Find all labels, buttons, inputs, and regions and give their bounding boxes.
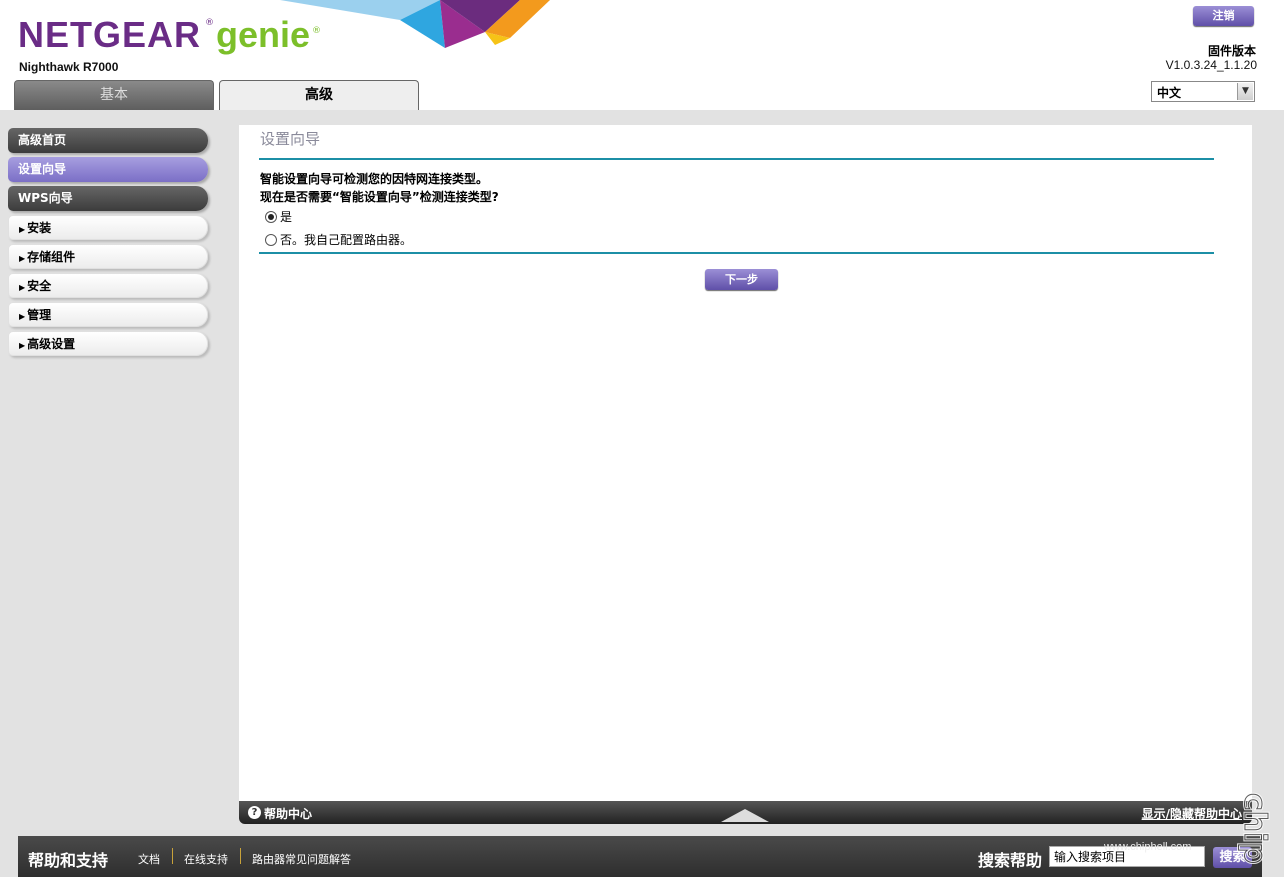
sidebar-item-label: 安装 xyxy=(27,221,52,235)
header: NETGEAR ® genie ® Nighthawk R7000 注销 固件版… xyxy=(0,0,1284,110)
divider xyxy=(259,252,1214,254)
footer-link-docs[interactable]: 文档 xyxy=(138,851,160,867)
sidebar-item-setup[interactable]: ▶ 安装 xyxy=(8,215,208,240)
question-text: 现在是否需要“智能设置向导”检测连接类型? xyxy=(260,190,499,204)
sidebar-item-label: 高级设置 xyxy=(27,337,76,351)
help-center-bar: ? 帮助中心 显示/隐藏帮助中心 xyxy=(239,801,1252,824)
option-no-label: 否。我自己配置路由器。 xyxy=(280,233,413,247)
sidebar-item-usb-storage[interactable]: ▶ 存储组件 xyxy=(8,244,208,269)
sidebar-item-wps-wizard[interactable]: WPS向导 xyxy=(8,186,208,211)
page-title: 设置向导 xyxy=(260,130,321,148)
footer-link-faq[interactable]: 路由器常见问题解答 xyxy=(252,851,351,867)
search-label: 搜索帮助 xyxy=(978,851,1043,870)
footer: 帮助和支持 文档 在线支持 路由器常见问题解答 搜索帮助 搜索 xyxy=(18,836,1262,877)
divider xyxy=(172,848,173,864)
sidebar-item-label: 设置向导 xyxy=(18,162,67,176)
triangle-right-icon: ▶ xyxy=(19,312,26,321)
triangle-right-icon: ▶ xyxy=(19,225,26,234)
firmware-version: V1.0.3.24_1.1.20 xyxy=(1165,58,1257,72)
language-select[interactable]: 中文 ▼ xyxy=(1151,81,1255,102)
language-value: 中文 xyxy=(1157,86,1182,100)
sidebar-item-setup-wizard[interactable]: 设置向导 xyxy=(8,157,208,182)
sidebar-item-advanced-setup[interactable]: ▶ 高级设置 xyxy=(8,331,208,356)
netgear-logo: NETGEAR xyxy=(18,14,202,55)
triangle-right-icon: ▶ xyxy=(19,254,26,263)
sidebar-item-label: 高级首页 xyxy=(18,133,67,147)
logout-button[interactable]: 注销 xyxy=(1193,6,1254,26)
divider xyxy=(240,848,241,864)
footer-title: 帮助和支持 xyxy=(28,851,109,870)
chevron-down-icon[interactable]: ▼ xyxy=(1237,83,1253,100)
footer-link-online-support[interactable]: 在线支持 xyxy=(184,851,228,867)
watermark-url: www.chiphell.com xyxy=(1104,841,1192,853)
sidebar: 高级首页 设置向导 WPS向导 ▶ 安装 ▶ 存储组件 ▶ 安全 ▶ 管理 ▶ 高级设置 xyxy=(8,128,208,360)
brand-decoration xyxy=(280,0,550,48)
next-button[interactable]: 下一步 xyxy=(705,269,778,290)
registered-mark: ® xyxy=(205,18,214,28)
sidebar-item-label: 管理 xyxy=(27,308,52,322)
radio-yes[interactable] xyxy=(265,210,277,223)
genie-logo: genie xyxy=(216,14,311,55)
help-center-title: 帮助中心 xyxy=(264,807,313,821)
sidebar-item-administration[interactable]: ▶ 管理 xyxy=(8,302,208,327)
triangle-right-icon: ▶ xyxy=(19,341,26,350)
radio-no[interactable] xyxy=(265,233,277,246)
sidebar-item-advanced-home[interactable]: 高级首页 xyxy=(8,128,208,153)
expand-arrow-icon[interactable] xyxy=(721,809,769,822)
help-icon: ? xyxy=(248,806,261,819)
svg-text:chip: chip xyxy=(1237,793,1272,864)
description-text: 智能设置向导可检测您的因特网连接类型。 xyxy=(260,172,489,186)
sidebar-item-label: 安全 xyxy=(27,279,52,293)
option-yes-label: 是 xyxy=(280,210,293,224)
sidebar-item-label: 存储组件 xyxy=(27,250,76,264)
triangle-right-icon: ▶ xyxy=(19,283,26,292)
tab-basic[interactable]: 基本 xyxy=(14,80,214,110)
tab-advanced[interactable]: 高级 xyxy=(219,80,419,110)
router-model: Nighthawk R7000 xyxy=(19,60,119,74)
option-no[interactable]: 否。我自己配置路由器。 xyxy=(265,231,412,248)
watermark-logo: chip chip xyxy=(1236,792,1274,866)
divider xyxy=(259,158,1214,160)
content-panel: 设置向导 智能设置向导可检测您的因特网连接类型。 现在是否需要“智能设置向导”检… xyxy=(239,125,1252,801)
firmware-label: 固件版本 xyxy=(1207,44,1256,58)
sidebar-item-security[interactable]: ▶ 安全 xyxy=(8,273,208,298)
option-yes[interactable]: 是 xyxy=(265,208,292,225)
registered-mark: ® xyxy=(312,26,321,36)
sidebar-item-label: WPS向导 xyxy=(18,191,73,205)
